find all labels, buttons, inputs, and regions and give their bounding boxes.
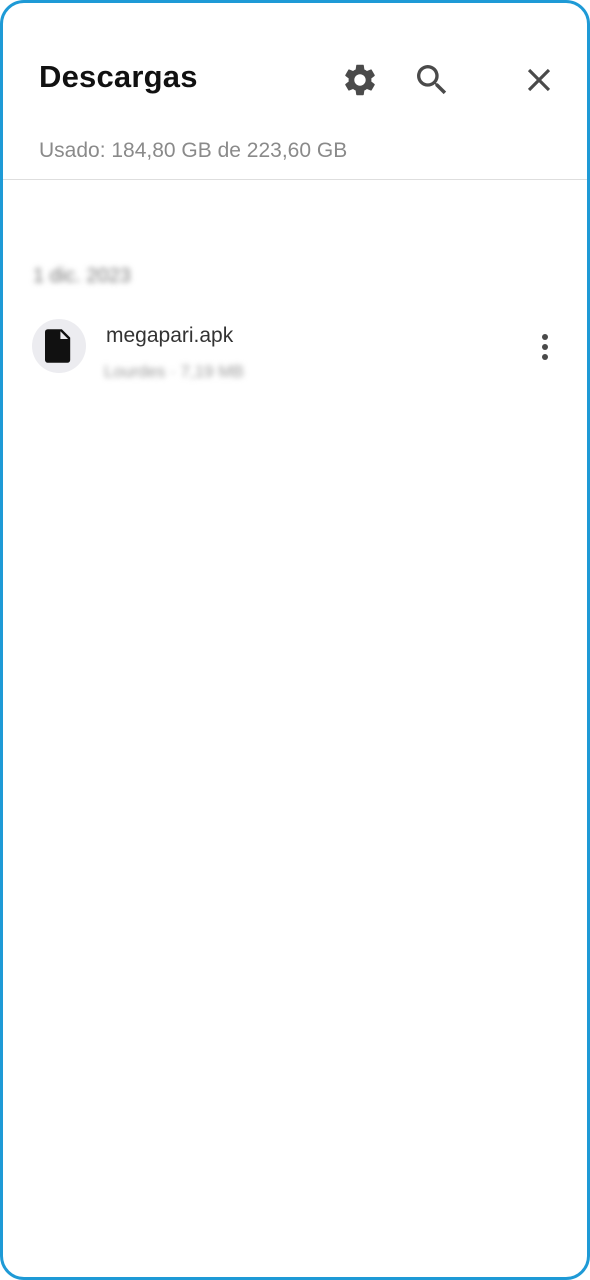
- file-name: megapari.apk: [106, 324, 234, 347]
- more-options-button[interactable]: [523, 325, 567, 369]
- downloads-panel: Descargas Usado: 184,80 GB de 223,60 GB …: [0, 0, 590, 1280]
- section-date-label: 1 dic. 2023: [33, 265, 131, 287]
- search-button[interactable]: [408, 56, 456, 104]
- file-avatar: [32, 319, 86, 373]
- storage-usage-text: Usado: 184,80 GB de 223,60 GB: [39, 139, 348, 162]
- search-icon: [417, 65, 447, 95]
- gear-icon: [345, 64, 375, 96]
- header-divider: [3, 179, 587, 180]
- close-icon: [527, 68, 551, 92]
- list-item[interactable]: megapari.apk Lourdes · 7,19 MB: [3, 313, 587, 393]
- page-title: Descargas: [39, 59, 198, 94]
- close-button[interactable]: [515, 56, 563, 104]
- file-meta: Lourdes · 7,19 MB: [104, 362, 244, 381]
- file-icon: [45, 329, 71, 363]
- settings-button[interactable]: [336, 56, 384, 104]
- header: Descargas Usado: 184,80 GB de 223,60 GB: [3, 3, 587, 179]
- more-vert-icon: [542, 334, 548, 360]
